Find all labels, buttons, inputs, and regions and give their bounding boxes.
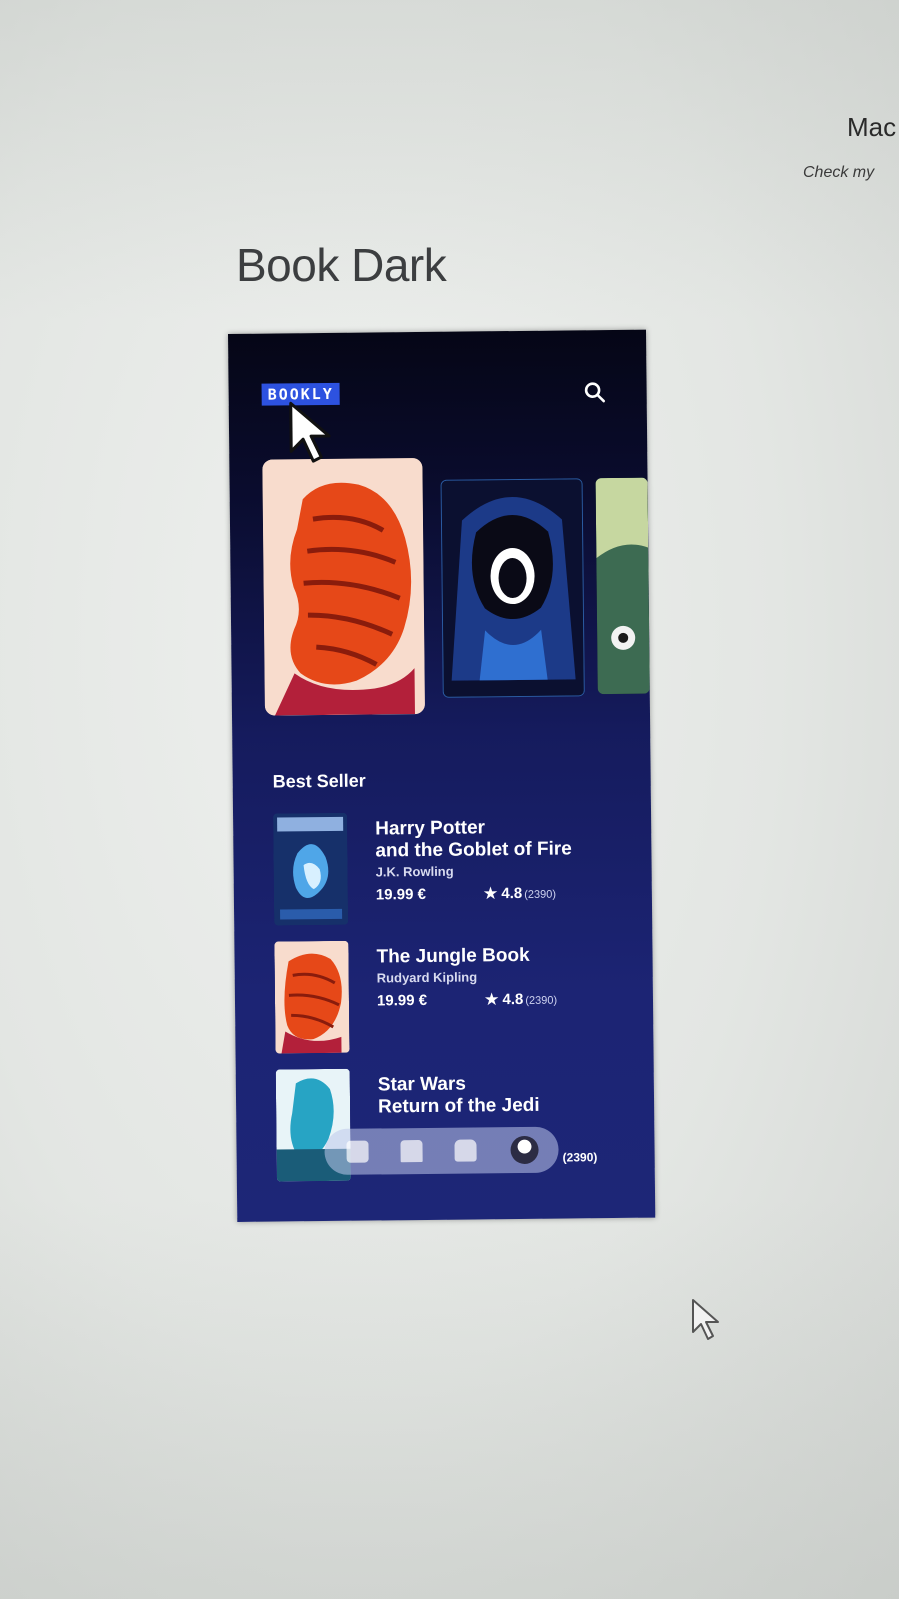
book-info: The Jungle Book Rudyard Kipling 19.99 € ★… (376, 945, 557, 1016)
book-item-harry-potter[interactable]: Harry Potter and the Goblet of Fire J.K.… (273, 810, 633, 926)
page-title: Book Dark (236, 239, 447, 291)
book-cover (273, 812, 349, 926)
book-item-jungle-book[interactable]: The Jungle Book Rudyard Kipling 19.99 € ★… (274, 938, 634, 1054)
search-icon[interactable] (583, 380, 607, 404)
monster-illustration (441, 479, 584, 697)
featured-cover-peek[interactable] (595, 477, 650, 695)
book-rating: 4.8 (502, 990, 524, 1009)
featured-cover-jungle-book[interactable] (262, 457, 425, 716)
peek-cover-art (595, 477, 650, 695)
book-meta: 19.99 € ★ 4.8 (2390) (376, 880, 573, 909)
bottom-nav-bar (324, 1126, 559, 1176)
book-rating: 4.8 (501, 884, 523, 903)
book-price: 19.99 € (375, 885, 427, 904)
section-title-best-seller: Best Seller (272, 770, 366, 792)
book-rating-count: (2390) (562, 1150, 598, 1165)
author-name: Mac (847, 112, 897, 142)
author-subtitle: Check my (803, 164, 875, 181)
book-rating-count: (2390) (525, 994, 558, 1007)
book-title: Harry Potter and the Goblet of Fire (375, 817, 572, 862)
profile-avatar[interactable] (510, 1135, 539, 1165)
book-title: The Jungle Book (376, 944, 530, 968)
bookmark-icon[interactable] (400, 1140, 423, 1163)
book-info: Star Wars Return of the Jedi (378, 1073, 540, 1119)
book-info: Harry Potter and the Goblet of Fire J.K.… (375, 816, 572, 909)
book-author: Rudyard Kipling (376, 969, 478, 986)
book-meta: 19.99 € ★ 4.8 (2390) (377, 987, 557, 1016)
mouse-cursor-icon (289, 401, 331, 463)
book-item-star-wars[interactable]: Star Wars Return of the Jedi (275, 1066, 636, 1182)
phone-mockup: BOOKLY Best Seller Harry Potter and the … (228, 329, 656, 1222)
bag-icon[interactable] (454, 1139, 477, 1162)
star-icon: ★ (484, 991, 499, 1009)
book-rating-count: (2390) (524, 888, 557, 901)
featured-cover-monster[interactable] (440, 478, 585, 698)
book-title: Star Wars Return of the Jedi (377, 1073, 540, 1118)
star-icon: ★ (483, 885, 498, 903)
home-icon[interactable] (346, 1140, 369, 1163)
tiger-illustration (262, 457, 425, 716)
book-author: J.K. Rowling (375, 863, 454, 880)
mouse-cursor-icon (692, 1299, 719, 1340)
book-price: 19.99 € (376, 991, 428, 1010)
book-cover (274, 940, 350, 1054)
